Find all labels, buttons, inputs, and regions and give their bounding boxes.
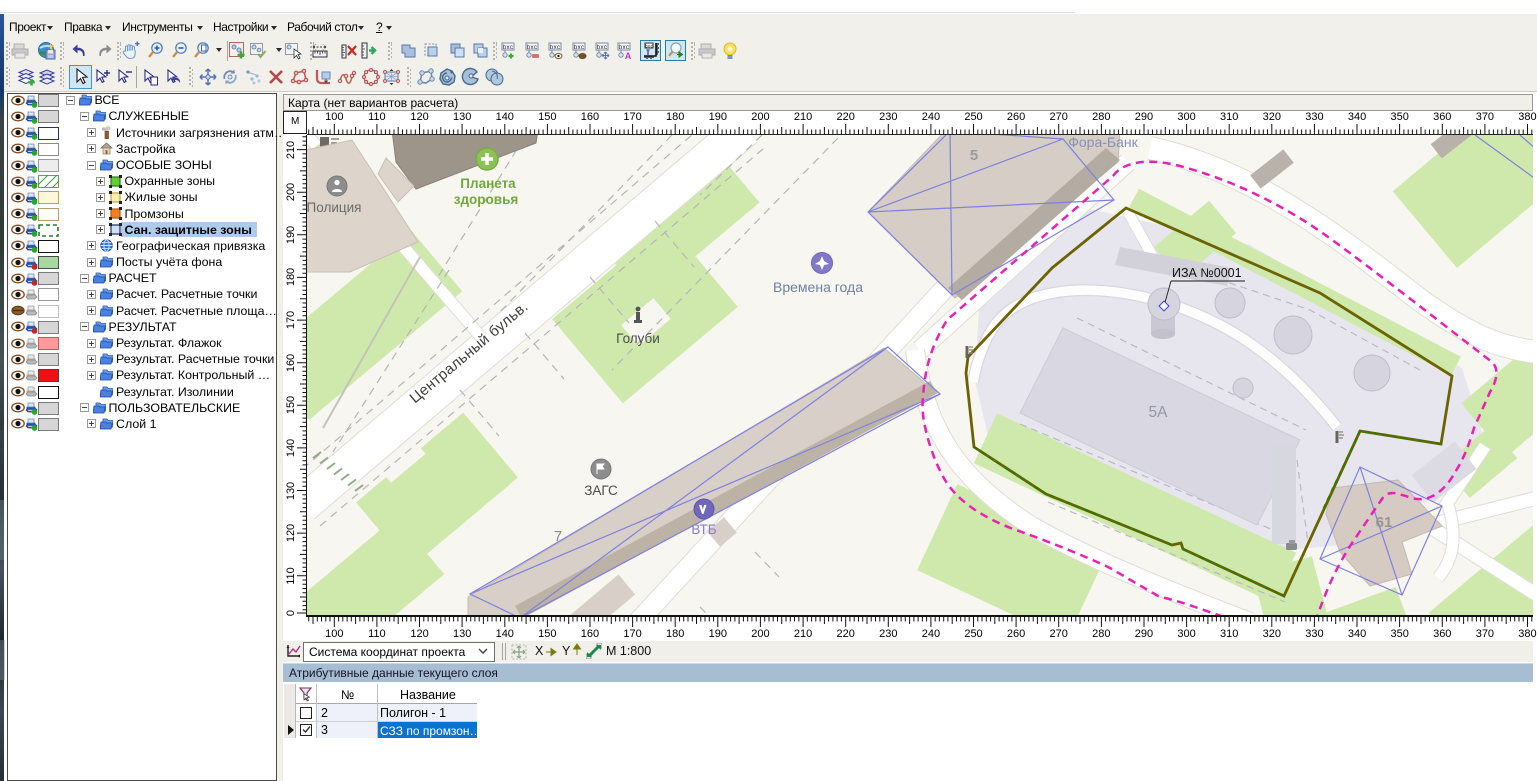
svg-text:bxc: bxc — [597, 44, 608, 51]
svg-text:Полиция: Полиция — [307, 200, 361, 215]
svg-text:61: 61 — [1376, 514, 1393, 531]
svg-text:bxc: bxc — [503, 44, 514, 51]
svg-text:bxc: bxc — [574, 44, 585, 51]
svg-text:Планета: Планета — [460, 176, 516, 191]
svg-text:здоровья: здоровья — [454, 192, 519, 207]
svg-text:bxc: bxc — [527, 44, 538, 51]
svg-text:ВТБ: ВТБ — [691, 522, 716, 537]
svg-text:bxc: bxc — [550, 44, 561, 51]
svg-text:bxc: bxc — [644, 44, 652, 50]
svg-text:5А: 5А — [1149, 404, 1169, 421]
svg-text:A: A — [625, 51, 632, 61]
svg-text:bxc: bxc — [619, 44, 630, 51]
svg-text:Времена года: Времена года — [773, 279, 863, 295]
svg-text:7: 7 — [554, 528, 562, 545]
svg-text:Фора-Банк: Фора-Банк — [1068, 135, 1138, 150]
svg-text:Голуби: Голуби — [616, 331, 660, 346]
svg-text:ЗАГС: ЗАГС — [584, 483, 618, 498]
svg-text:5: 5 — [970, 147, 978, 164]
svg-text:ИЗА №0001: ИЗА №0001 — [1172, 266, 1242, 280]
